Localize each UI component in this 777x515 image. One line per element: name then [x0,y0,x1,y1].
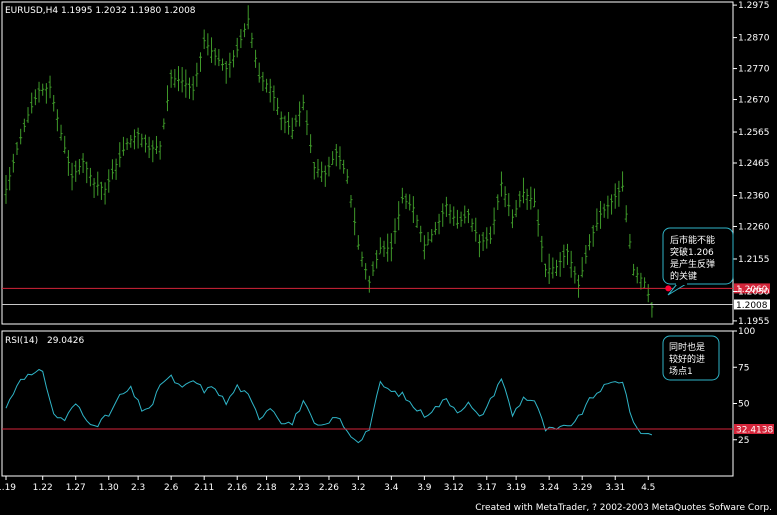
x-tick-label: 1.19 [0,483,16,493]
rsi-current-value: 29.0426 [47,336,84,346]
x-tick-label: 3.9 [417,483,432,493]
rsi-note-line-3: 场点1 [669,366,693,377]
chart-root: 1.20601.20081.29751.28701.27701.26701.25… [0,0,777,515]
price-y-tick-label: 1.1955 [738,317,770,327]
price-level-tag-label: 1.2008 [736,301,768,311]
x-tick-label: 1.22 [33,483,53,493]
rsi-y-tick-label: 75 [738,363,749,373]
price-y-tick-label: 1.2050 [738,287,770,297]
rsi-note-line-2: 较好的进 [669,353,705,365]
price-y-tick-label: 1.2155 [738,255,770,265]
chart-background [0,0,777,515]
x-tick-label: 2.11 [194,483,214,493]
rsi-title: RSI(14) [5,336,38,346]
x-tick-label: 2.18 [257,483,277,493]
x-tick-label: 3.29 [572,483,592,493]
x-tick-label: 3.4 [384,483,399,493]
x-tick-label: 3.31 [605,483,625,493]
x-tick-label: 3.2 [351,483,365,493]
rsi-y-tick-label: 100 [738,327,755,337]
price-marker [665,285,672,292]
rsi-callout: 同时也是 较好的进 场点1 [662,335,720,381]
price-y-tick-label: 1.2870 [738,34,770,44]
x-tick-label: 2.26 [319,483,339,493]
price-callout-pointer-mask [676,283,687,285]
rsi-note-line-1: 同时也是 [669,341,705,353]
x-tick-label: 1.27 [66,483,86,493]
x-tick-label: 1.30 [99,483,119,493]
x-tick-label: 3.17 [477,483,497,493]
price-y-tick-label: 1.2465 [738,159,770,169]
rsi-y-tick-label: 25 [738,436,749,446]
x-tick-label: 3.12 [444,483,464,493]
price-note-line-2: 突破1.206 [670,246,714,258]
rsi-y-tick-label: 50 [738,400,750,410]
price-y-tick-label: 1.2260 [738,222,770,232]
price-note-line-4: 的关键 [670,270,697,282]
price-note-line-3: 是产生反弹 [670,258,715,270]
x-tick-label: 4.5 [641,483,655,493]
x-tick-label: 2.16 [227,483,247,493]
x-tick-label: 3.24 [539,483,559,493]
footer-credit: Created with MetaTrader, ? 2002-2003 Met… [475,503,772,513]
x-tick-label: 2.23 [290,483,310,493]
x-tick-label: 2.6 [164,483,179,493]
x-tick-label: 3.19 [506,483,526,493]
rsi-level-tag-label: 32.4138 [736,426,773,436]
symbol-header: EURUSD,H4 1.1995 1.2032 1.1980 1.2008 [5,6,196,16]
price-y-tick-label: 1.2565 [738,128,770,138]
x-tick-label: 2.3 [131,483,145,493]
price-y-tick-label: 1.2360 [738,192,770,202]
price-y-tick-label: 1.2975 [738,1,770,11]
price-note-line-1: 后市能不能 [670,234,715,246]
price-y-tick-label: 1.2770 [738,65,770,75]
price-y-tick-label: 1.2670 [738,96,770,106]
